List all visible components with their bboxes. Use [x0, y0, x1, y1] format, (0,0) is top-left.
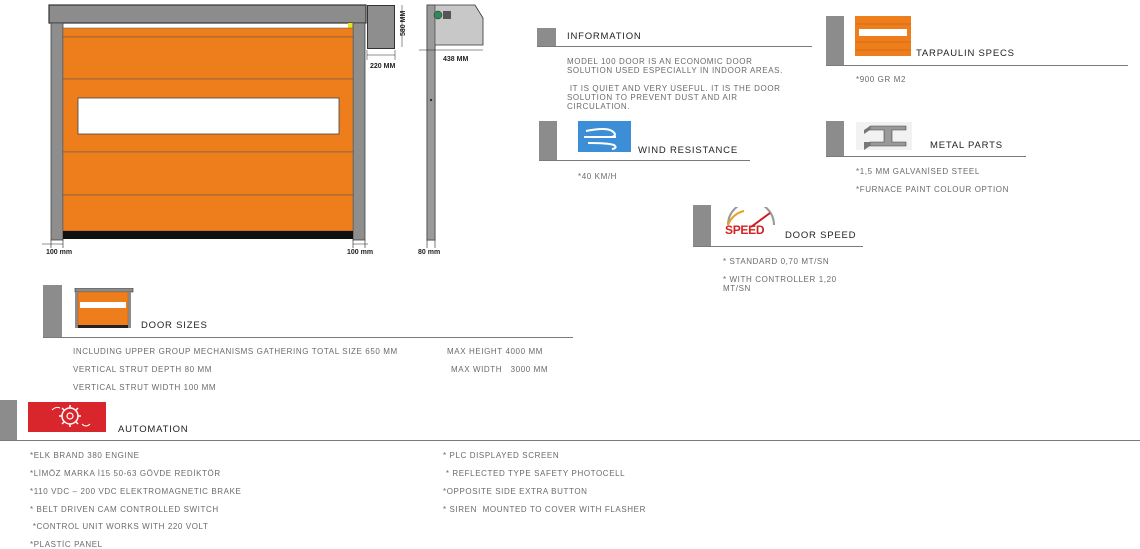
metal-spec-1: *1,5 MM GALVANİSED STEEL	[856, 167, 980, 176]
steel-beam-icon	[856, 122, 912, 150]
automation-left-2: *LİMÖZ MARKA İ15 50-63 GÖVDE REDİKTÖR	[30, 469, 221, 478]
speed-rule	[693, 246, 863, 247]
automation-right-4: * SIREN MOUNTED TO COVER WITH FLASHER	[443, 505, 646, 514]
tarpaulin-spec: *900 GR M2	[856, 75, 907, 84]
wind-icon	[578, 121, 631, 152]
tarpaulin-icon	[855, 16, 911, 56]
information-text-2: SOLUTION USED ESPECIALLY IN INDOOR AREAS…	[567, 66, 783, 75]
door-sizes-line-3: VERTICAL STRUT WIDTH 100 MM	[73, 383, 217, 392]
door-window	[77, 97, 340, 135]
door-sizes-rule	[43, 337, 573, 338]
door-sizes-icon	[74, 288, 134, 328]
automation-left-6: *PLASTİC PANEL	[30, 540, 103, 549]
left-strut	[50, 22, 64, 241]
wind-title: WIND RESISTANCE	[638, 145, 738, 156]
tarpaulin-title: TARPAULIN SPECS	[916, 48, 1015, 59]
speed-accent	[693, 205, 711, 247]
automation-right-1: * PLC DISPLAYED SCREEN	[443, 451, 560, 460]
automation-gear-icon	[28, 402, 106, 432]
metal-accent	[826, 121, 844, 157]
door-sizes-title: DOOR SIZES	[141, 320, 208, 331]
automation-left-4: * BELT DRIVEN CAM CONTROLLED SWITCH	[30, 505, 219, 514]
door-sizes-accent	[43, 285, 62, 337]
automation-title: AUTOMATION	[118, 424, 189, 435]
dim-left-100: 100 mm	[46, 249, 73, 256]
dim-580: 580 MM	[400, 10, 407, 36]
tarpaulin-rule	[826, 65, 1128, 66]
metal-rule	[826, 156, 1026, 157]
information-title: INFORMATION	[567, 31, 642, 42]
information-text-4: SOLUTION TO PREVENT DUST AND AIR	[567, 93, 738, 102]
information-text-1: MODEL 100 DOOR IS AN ECONOMIC DOOR	[567, 57, 753, 66]
door-sizes-max-width: MAX WIDTH 3000 MM	[451, 365, 549, 374]
door-sizes-line-1: INCLUDING UPPER GROUP MECHANISMS GATHERI…	[73, 347, 398, 356]
automation-right-2: * REFLECTED TYPE SAFETY PHOTOCELL	[443, 469, 626, 478]
metal-title: METAL PARTS	[930, 140, 1003, 151]
tarpaulin-accent	[826, 16, 844, 66]
automation-left-3: *110 VDC – 200 VDC ELEKTROMAGNETIC BRAKE	[30, 487, 242, 496]
hood-dim-lines	[366, 5, 403, 60]
wind-rule	[539, 160, 750, 161]
door-sizes-line-2: VERTICAL STRUT DEPTH 80 MM	[73, 365, 213, 374]
door-sizes-max-height: MAX HEIGHT 4000 MM	[447, 347, 544, 356]
speed-logo-text: SPEED	[725, 223, 765, 237]
wind-spec: *40 KM/H	[578, 172, 618, 181]
information-text-3: IT IS QUIET AND VERY USEFUL. IT IS THE D…	[567, 84, 781, 93]
information-accent	[537, 28, 556, 46]
dim-right-100: 100 mm	[347, 249, 374, 256]
wind-accent	[539, 121, 557, 161]
automation-left-5: *CONTROL UNIT WORKS WITH 220 VOLT	[30, 522, 209, 531]
dim-220: 220 MM	[370, 63, 396, 70]
automation-left-1: *ELK BRAND 380 ENGINE	[30, 451, 140, 460]
information-rule	[537, 46, 812, 47]
speed-spec-2a: * WITH CONTROLLER 1,20	[723, 275, 837, 284]
automation-rule	[0, 440, 1140, 441]
door-hood	[48, 4, 367, 24]
automation-accent	[0, 400, 17, 440]
speed-spec-1: * STANDARD 0,70 MT/SN	[723, 257, 830, 266]
dim-strut-80: 80 mm	[418, 249, 441, 256]
door-side-drawing	[419, 4, 484, 248]
dim-438: 438 MM	[443, 56, 469, 63]
speed-spec-2b: MT/SN	[723, 284, 751, 293]
automation-right-3: *OPPOSITE SIDE EXTRA BUTTON	[443, 487, 588, 496]
information-text-5: CIRCULATION.	[567, 102, 631, 111]
metal-spec-2: *FURNACE PAINT COLOUR OPTION	[856, 185, 1009, 194]
door-front-drawing	[42, 4, 368, 248]
speed-title: DOOR SPEED	[785, 230, 857, 241]
